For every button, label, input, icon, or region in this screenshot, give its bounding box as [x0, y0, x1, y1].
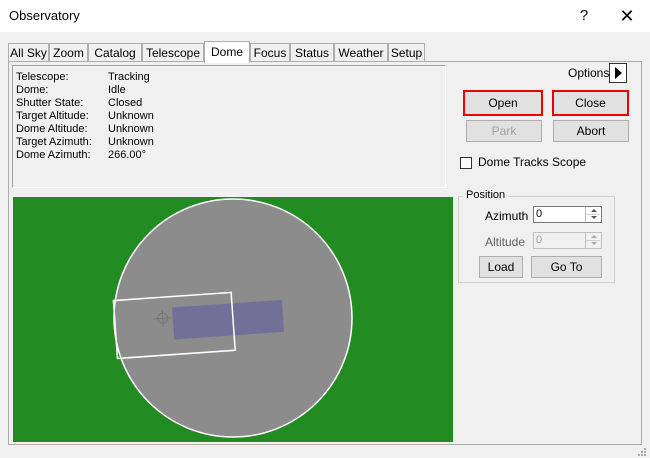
abort-button[interactable]: Abort — [553, 120, 629, 142]
altitude-stepper[interactable]: 0 — [533, 232, 602, 249]
options-label: Options — [568, 66, 610, 80]
dome-tracks-checkbox[interactable] — [460, 157, 472, 169]
tab-catalog[interactable]: Catalog — [88, 43, 142, 61]
tab-status[interactable]: Status — [290, 43, 334, 61]
tab-focus[interactable]: Focus — [250, 43, 290, 61]
dome-diagram — [13, 197, 453, 442]
close-button[interactable]: Close — [552, 90, 629, 116]
tab-zoom[interactable]: Zoom — [49, 43, 88, 61]
open-button[interactable]: Open — [463, 90, 543, 116]
titlebar: Observatory ? ✕ — [0, 0, 650, 32]
azimuth-label: Azimuth — [485, 209, 529, 223]
altitude-spin-arrows[interactable] — [585, 233, 601, 248]
chevron-down-icon[interactable] — [586, 240, 600, 247]
client-area: All Sky Zoom Catalog Telescope Dome Focu… — [0, 32, 650, 458]
go-to-button[interactable]: Go To — [531, 256, 602, 278]
position-group-title: Position — [463, 189, 509, 201]
altitude-label: Altitude — [485, 235, 526, 249]
tab-weather[interactable]: Weather — [334, 43, 388, 61]
park-button[interactable]: Park — [466, 120, 542, 142]
close-window-button[interactable]: ✕ — [616, 5, 638, 27]
azimuth-value[interactable]: 0 — [536, 208, 542, 220]
load-button[interactable]: Load — [479, 256, 523, 278]
tab-all-sky[interactable]: All Sky — [8, 43, 49, 61]
status-readout: Telescope: Tracking Dome: Idle Shutter Sta… — [12, 65, 446, 188]
chevron-down-icon[interactable] — [586, 214, 600, 221]
tab-setup[interactable]: Setup — [388, 43, 425, 61]
azimuth-spin-arrows[interactable] — [585, 207, 601, 222]
tab-dome[interactable]: Dome — [204, 41, 250, 63]
dome-tracks-label: Dome Tracks Scope — [478, 155, 587, 169]
options-expand-button[interactable] — [609, 63, 627, 83]
altitude-value[interactable]: 0 — [536, 234, 542, 246]
resize-grip[interactable] — [635, 445, 647, 457]
azimuth-stepper[interactable]: 0 — [533, 206, 602, 223]
tab-telescope[interactable]: Telescope — [142, 43, 204, 61]
window-title: Observatory — [9, 8, 80, 23]
help-button[interactable]: ? — [574, 6, 594, 26]
dome-view — [13, 197, 453, 442]
